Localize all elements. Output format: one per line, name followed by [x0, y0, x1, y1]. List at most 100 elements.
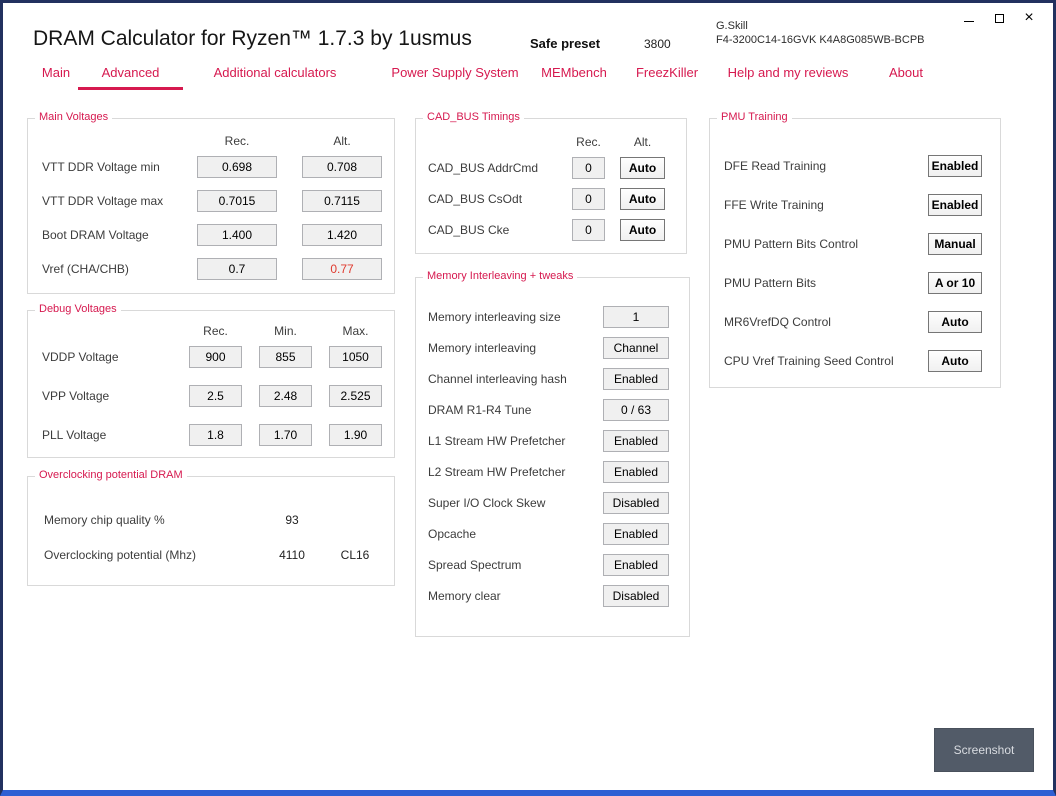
row-l2-stream-hw-prefetcher: L2 Stream HW Prefetcher Enabled — [428, 461, 669, 483]
overclocking-potential-cl: CL16 — [340, 548, 370, 562]
maximize-button[interactable] — [987, 8, 1011, 28]
dram-r1-r4-tune-label: DRAM R1-R4 Tune — [428, 403, 532, 417]
vpp-max-input[interactable]: 2.525 — [329, 385, 382, 407]
row-vpp-voltage: VPP Voltage 2.5 2.48 2.525 — [42, 385, 382, 407]
cad-bus-cke-rec-input[interactable]: 0 — [572, 219, 605, 241]
channel-interleaving-hash-input[interactable]: Enabled — [603, 368, 669, 390]
overclocking-potential-mhz: 4110 — [279, 548, 305, 562]
l2-stream-hw-prefetcher-input[interactable]: Enabled — [603, 461, 669, 483]
row-cad-bus-addrcmd: CAD_BUS AddrCmd 0 Auto — [428, 157, 665, 179]
row-memory-interleaving: Memory interleaving Channel — [428, 337, 669, 359]
vtt-ddr-min-rec-input[interactable]: 0.698 — [197, 156, 277, 178]
pmu-pattern-bits-button[interactable]: A or 10 — [928, 272, 982, 294]
close-button[interactable]: × — [1017, 8, 1041, 28]
vddp-max-input[interactable]: 1050 — [329, 346, 382, 368]
dfe-read-training-button[interactable]: Enabled — [928, 155, 982, 177]
mr6vrefdq-control-button[interactable]: Auto — [928, 311, 982, 333]
boot-dram-alt-input[interactable]: 1.420 — [302, 224, 382, 246]
row-vref: Vref (CHA/CHB) 0.7 0.77 — [42, 258, 382, 280]
overclocking-potential-title: Overclocking potential DRAM — [35, 469, 187, 481]
vpp-voltage-label: VPP Voltage — [42, 389, 110, 403]
boot-dram-voltage-label: Boot DRAM Voltage — [42, 228, 149, 242]
cad-bus-cke-alt-button[interactable]: Auto — [620, 219, 665, 241]
app-window: DRAM Calculator for Ryzen™ 1.7.3 by 1usm… — [0, 0, 1056, 796]
main-voltages-title: Main Voltages — [35, 111, 113, 123]
spread-spectrum-label: Spread Spectrum — [428, 558, 522, 572]
col-header-rec: Rec. — [576, 135, 601, 149]
tab-advanced[interactable]: Advanced — [78, 65, 183, 90]
col-header-min: Min. — [274, 323, 297, 338]
memory-clear-input[interactable]: Disabled — [603, 585, 669, 607]
vddp-min-input[interactable]: 855 — [259, 346, 312, 368]
tab-help-and-reviews[interactable]: Help and my reviews — [715, 65, 861, 87]
debug-voltages-group: Debug Voltages Rec. Min. Max. VDDP Volta… — [27, 303, 395, 458]
opcache-label: Opcache — [428, 527, 477, 541]
row-spread-spectrum: Spread Spectrum Enabled — [428, 554, 669, 576]
row-overclocking-potential: Overclocking potential (Mhz) 4110 CL16 — [44, 546, 380, 564]
debug-voltages-headers: Rec. Min. Max. — [42, 323, 382, 338]
pll-rec-input[interactable]: 1.8 — [189, 424, 242, 446]
cad-bus-timings-group: CAD_BUS Timings Rec. Alt. CAD_BUS AddrCm… — [415, 111, 687, 254]
cad-bus-addrcmd-rec-input[interactable]: 0 — [572, 157, 605, 179]
overclocking-potential-group: Overclocking potential DRAM Memory chip … — [27, 469, 395, 586]
pll-min-input[interactable]: 1.70 — [259, 424, 312, 446]
pmu-pattern-bits-label: PMU Pattern Bits — [724, 276, 817, 290]
tab-power-supply-system[interactable]: Power Supply System — [381, 65, 529, 87]
window-controls: × — [957, 8, 1041, 28]
ram-vendor: G.Skill — [716, 20, 748, 32]
mr6vrefdq-control-label: MR6VrefDQ Control — [724, 315, 831, 329]
cad-bus-timings-title: CAD_BUS Timings — [423, 111, 524, 123]
row-cpu-vref-training-seed-control: CPU Vref Training Seed Control Auto — [724, 350, 982, 372]
vpp-min-input[interactable]: 2.48 — [259, 385, 312, 407]
interleaving-size-input[interactable]: 1 — [603, 306, 669, 328]
tab-main[interactable]: Main — [33, 65, 79, 87]
ffe-write-training-button[interactable]: Enabled — [928, 194, 982, 216]
main-voltages-headers: Rec. Alt. — [42, 133, 382, 148]
cpu-vref-training-seed-control-button[interactable]: Auto — [928, 350, 982, 372]
row-opcache: Opcache Enabled — [428, 523, 669, 545]
tab-freezkiller[interactable]: FreezKiller — [623, 65, 711, 87]
vtt-ddr-max-alt-input[interactable]: 0.7115 — [302, 190, 382, 212]
minimize-icon — [964, 21, 974, 22]
pll-max-input[interactable]: 1.90 — [329, 424, 382, 446]
spread-spectrum-input[interactable]: Enabled — [603, 554, 669, 576]
tab-membench[interactable]: MEMbench — [529, 65, 619, 87]
vddp-rec-input[interactable]: 900 — [189, 346, 242, 368]
vref-rec-input[interactable]: 0.7 — [197, 258, 277, 280]
row-cad-bus-cke: CAD_BUS Cke 0 Auto — [428, 219, 665, 241]
vref-label: Vref (CHA/CHB) — [42, 262, 129, 276]
vref-alt-input[interactable]: 0.77 — [302, 258, 382, 280]
vddp-voltage-label: VDDP Voltage — [42, 350, 119, 364]
pmu-pattern-bits-control-button[interactable]: Manual — [928, 233, 982, 255]
cad-bus-addrcmd-alt-button[interactable]: Auto — [620, 157, 665, 179]
cad-bus-csodt-rec-input[interactable]: 0 — [572, 188, 605, 210]
l1-stream-hw-prefetcher-input[interactable]: Enabled — [603, 430, 669, 452]
row-l1-stream-hw-prefetcher: L1 Stream HW Prefetcher Enabled — [428, 430, 669, 452]
col-header-alt: Alt. — [633, 135, 652, 149]
super-io-clock-skew-input[interactable]: Disabled — [603, 492, 669, 514]
opcache-input[interactable]: Enabled — [603, 523, 669, 545]
col-header-alt: Alt. — [333, 133, 351, 148]
tab-about[interactable]: About — [877, 65, 935, 87]
row-cad-bus-csodt: CAD_BUS CsOdt 0 Auto — [428, 188, 665, 210]
dram-r1-r4-tune-input[interactable]: 0 / 63 — [603, 399, 669, 421]
screenshot-button[interactable]: Screenshot — [934, 728, 1034, 772]
cad-bus-cke-label: CAD_BUS Cke — [428, 223, 510, 237]
row-dram-r1-r4-tune: DRAM R1-R4 Tune 0 / 63 — [428, 399, 669, 421]
preset-label: Safe preset — [530, 36, 601, 51]
vtt-ddr-max-rec-input[interactable]: 0.7015 — [197, 190, 277, 212]
ram-model: F4-3200C14-16GVK K4A8G085WB-BCPB — [716, 34, 925, 46]
boot-dram-rec-input[interactable]: 1.400 — [197, 224, 277, 246]
super-io-clock-skew-label: Super I/O Clock Skew — [428, 496, 546, 510]
cad-bus-csodt-alt-button[interactable]: Auto — [620, 188, 665, 210]
minimize-button[interactable] — [957, 8, 981, 28]
row-ffe-write-training: FFE Write Training Enabled — [724, 194, 982, 216]
row-interleaving-size: Memory interleaving size 1 — [428, 306, 669, 328]
vtt-ddr-min-alt-input[interactable]: 0.708 — [302, 156, 382, 178]
close-icon: × — [1024, 9, 1034, 26]
vpp-rec-input[interactable]: 2.5 — [189, 385, 242, 407]
row-vtt-ddr-min: VTT DDR Voltage min 0.698 0.708 — [42, 156, 382, 178]
row-channel-interleaving-hash: Channel interleaving hash Enabled — [428, 368, 669, 390]
memory-interleaving-input[interactable]: Channel — [603, 337, 669, 359]
tab-additional-calculators[interactable]: Additional calculators — [199, 65, 351, 87]
